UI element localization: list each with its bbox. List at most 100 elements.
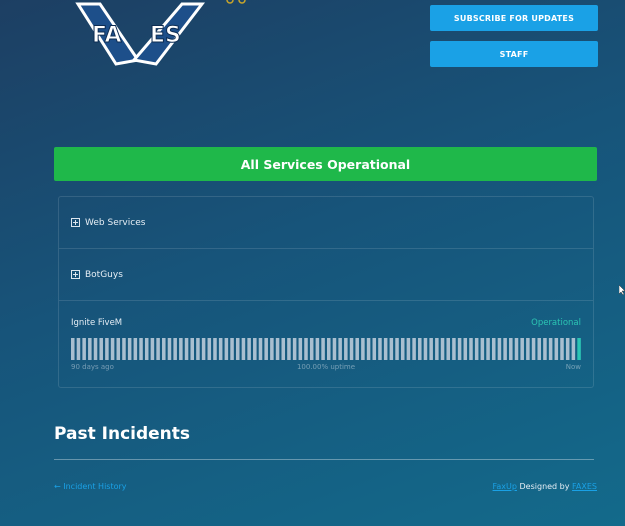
uptime-bar[interactable]: [361, 338, 365, 360]
uptime-bar[interactable]: [435, 338, 439, 360]
group-web-services[interactable]: Web Services: [59, 197, 593, 249]
uptime-bar[interactable]: [440, 338, 445, 360]
incident-history-link[interactable]: ← Incident History: [54, 482, 127, 491]
uptime-bar[interactable]: [344, 338, 348, 360]
uptime-bar[interactable]: [554, 338, 559, 360]
footer-designer-link[interactable]: FAXES: [572, 482, 597, 491]
uptime-bar[interactable]: [88, 338, 92, 360]
uptime-bar[interactable]: [480, 338, 485, 360]
uptime-bar[interactable]: [486, 338, 490, 360]
uptime-bar[interactable]: [173, 338, 177, 360]
uptime-bar[interactable]: [366, 338, 371, 360]
uptime-bar[interactable]: [224, 338, 229, 360]
uptime-bar[interactable]: [315, 338, 320, 360]
uptime-bar[interactable]: [298, 338, 303, 360]
uptime-bar[interactable]: [497, 338, 502, 360]
uptime-bar[interactable]: [190, 338, 194, 360]
uptime-bar[interactable]: [577, 338, 581, 360]
uptime-bar[interactable]: [463, 338, 468, 360]
uptime-bar[interactable]: [389, 338, 394, 360]
uptime-bar[interactable]: [520, 338, 524, 360]
uptime-bar[interactable]: [355, 338, 359, 360]
uptime-bar[interactable]: [412, 338, 416, 360]
uptime-bar[interactable]: [275, 338, 280, 360]
uptime-bar[interactable]: [196, 338, 200, 360]
footer-brand-link[interactable]: FaxUp: [493, 482, 517, 491]
uptime-bar[interactable]: [76, 338, 81, 360]
plus-square-icon[interactable]: [71, 270, 80, 279]
uptime-bar[interactable]: [378, 338, 382, 360]
uptime-bar[interactable]: [235, 338, 240, 360]
uptime-bar[interactable]: [99, 338, 103, 360]
uptime-bar[interactable]: [156, 338, 160, 360]
uptime-bar[interactable]: [133, 338, 138, 360]
uptime-bar[interactable]: [503, 338, 507, 360]
uptime-bar[interactable]: [207, 338, 212, 360]
uptime-bar[interactable]: [309, 338, 314, 360]
uptime-bar[interactable]: [321, 338, 325, 360]
uptime-bar[interactable]: [93, 338, 98, 360]
uptime-bar[interactable]: [167, 338, 172, 360]
uptime-bar[interactable]: [184, 338, 189, 360]
uptime-bar[interactable]: [509, 338, 513, 360]
uptime-bar[interactable]: [531, 338, 536, 360]
uptime-bar[interactable]: [491, 338, 496, 360]
uptime-bar[interactable]: [327, 338, 331, 360]
uptime-bar[interactable]: [127, 338, 132, 360]
uptime-bar[interactable]: [213, 338, 217, 360]
uptime-bar[interactable]: [116, 338, 121, 360]
uptime-bar[interactable]: [139, 338, 143, 360]
uptime-bar[interactable]: [543, 338, 547, 360]
uptime-bar[interactable]: [452, 338, 456, 360]
uptime-bar[interactable]: [400, 338, 405, 360]
uptime-bar[interactable]: [332, 338, 337, 360]
uptime-bar[interactable]: [548, 338, 553, 360]
uptime-bar[interactable]: [423, 338, 428, 360]
uptime-bar[interactable]: [395, 338, 399, 360]
uptime-bar[interactable]: [270, 338, 274, 360]
uptime-bar[interactable]: [469, 338, 473, 360]
uptime-bar[interactable]: [179, 338, 183, 360]
uptime-bar[interactable]: [418, 338, 422, 360]
uptime-bar[interactable]: [560, 338, 564, 360]
uptime-bar[interactable]: [82, 338, 86, 360]
uptime-bar[interactable]: [150, 338, 155, 360]
uptime-bar[interactable]: [110, 338, 115, 360]
uptime-bar[interactable]: [406, 338, 411, 360]
staff-button[interactable]: Staff: [430, 41, 598, 67]
uptime-bar[interactable]: [349, 338, 354, 360]
uptime-bar[interactable]: [287, 338, 291, 360]
uptime-bar[interactable]: [429, 338, 433, 360]
uptime-bar[interactable]: [474, 338, 479, 360]
uptime-bar[interactable]: [218, 338, 223, 360]
uptime-bar[interactable]: [122, 338, 126, 360]
uptime-bar[interactable]: [247, 338, 251, 360]
uptime-bar[interactable]: [162, 338, 166, 360]
uptime-bar[interactable]: [457, 338, 462, 360]
uptime-bar[interactable]: [304, 338, 308, 360]
uptime-bar[interactable]: [372, 338, 377, 360]
uptime-bar[interactable]: [565, 338, 570, 360]
uptime-bar[interactable]: [526, 338, 530, 360]
uptime-bar[interactable]: [446, 338, 450, 360]
uptime-bar[interactable]: [201, 338, 206, 360]
uptime-bar[interactable]: [230, 338, 234, 360]
uptime-bar[interactable]: [338, 338, 342, 360]
uptime-bar[interactable]: [241, 338, 246, 360]
group-botguys[interactable]: BotGuys: [59, 249, 593, 301]
uptime-bar[interactable]: [537, 338, 542, 360]
uptime-bar[interactable]: [514, 338, 519, 360]
uptime-bar[interactable]: [258, 338, 263, 360]
uptime-bar[interactable]: [383, 338, 388, 360]
uptime-bar[interactable]: [105, 338, 109, 360]
uptime-bar[interactable]: [571, 338, 576, 360]
uptime-bar[interactable]: [264, 338, 268, 360]
uptime-bar[interactable]: [281, 338, 286, 360]
uptime-bar[interactable]: [144, 338, 149, 360]
uptime-bar[interactable]: [292, 338, 297, 360]
faxes-logo[interactable]: FA ES: [70, 0, 206, 68]
uptime-bar[interactable]: [71, 338, 75, 360]
plus-square-icon[interactable]: [71, 218, 80, 227]
uptime-bar[interactable]: [253, 338, 257, 360]
subscribe-button[interactable]: Subscribe for Updates: [430, 5, 598, 31]
